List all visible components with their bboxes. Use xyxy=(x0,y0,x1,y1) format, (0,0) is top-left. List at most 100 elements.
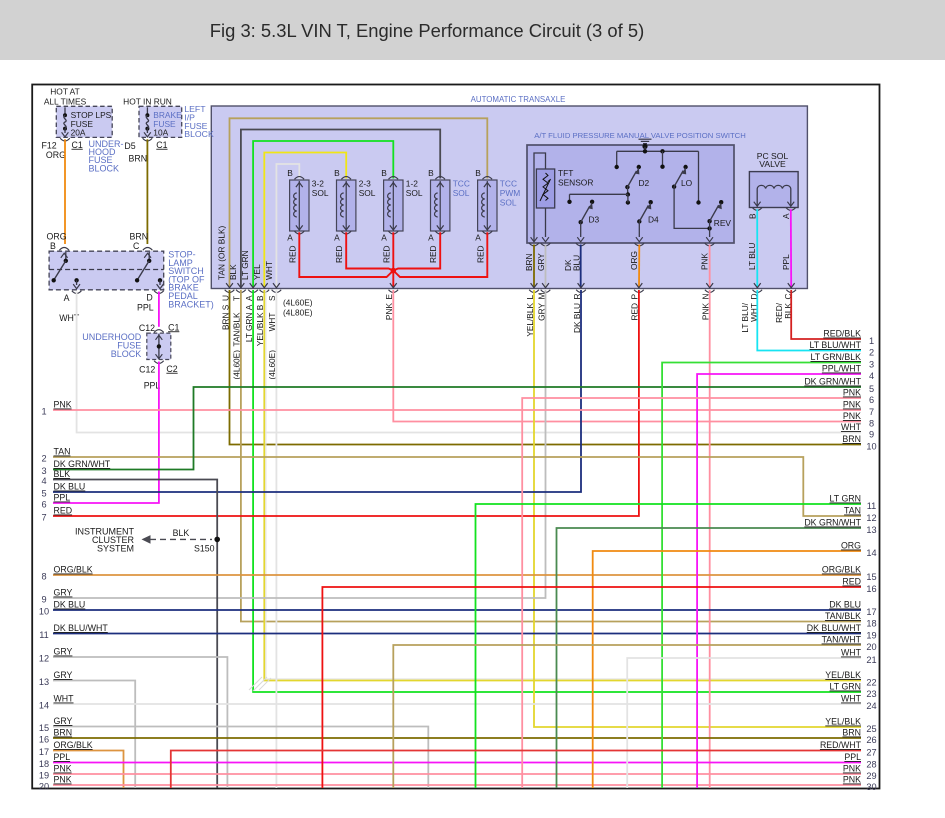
svg-text:PPL/WHT: PPL/WHT xyxy=(822,364,862,374)
svg-text:TFT: TFT xyxy=(558,168,573,178)
svg-text:LT GRN: LT GRN xyxy=(830,682,861,692)
svg-text:DK BLU/WHT: DK BLU/WHT xyxy=(807,623,862,633)
svg-text:DK BLU: DK BLU xyxy=(829,600,861,610)
svg-text:A: A xyxy=(334,233,340,243)
svg-text:LT GRN/BLK: LT GRN/BLK xyxy=(810,352,861,362)
svg-text:SOL: SOL xyxy=(406,188,423,198)
svg-text:PPL: PPL xyxy=(54,752,71,762)
svg-text:REV: REV xyxy=(714,218,732,228)
svg-text:BLOCK: BLOCK xyxy=(184,129,214,139)
svg-text:16: 16 xyxy=(39,735,49,745)
svg-text:BRN: BRN xyxy=(54,728,73,738)
svg-text:A: A xyxy=(781,213,791,219)
svg-text:19: 19 xyxy=(866,630,876,640)
svg-text:HOT AT: HOT AT xyxy=(50,87,79,97)
svg-text:3-2: 3-2 xyxy=(312,179,324,189)
svg-text:C2: C2 xyxy=(166,364,177,374)
svg-text:PNK: PNK xyxy=(843,775,861,785)
svg-text:27: 27 xyxy=(866,747,876,757)
svg-text:28: 28 xyxy=(866,759,876,769)
svg-text:6: 6 xyxy=(41,500,46,510)
svg-text:WHT: WHT xyxy=(841,422,862,432)
svg-text:D: D xyxy=(146,293,152,303)
svg-text:12: 12 xyxy=(39,654,49,664)
svg-text:WHT: WHT xyxy=(54,694,75,704)
svg-text:LT GRN: LT GRN xyxy=(830,494,861,504)
svg-text:4: 4 xyxy=(869,371,874,381)
svg-text:D5: D5 xyxy=(124,141,135,151)
svg-text:B: B xyxy=(475,168,481,178)
svg-text:D4: D4 xyxy=(648,215,659,225)
svg-text:YEL: YEL xyxy=(252,264,262,280)
svg-text:D2: D2 xyxy=(639,178,650,188)
svg-text:AUTOMATIC TRANSAXLE: AUTOMATIC TRANSAXLE xyxy=(471,95,566,104)
svg-text:5: 5 xyxy=(869,384,874,394)
svg-text:(4L80E): (4L80E) xyxy=(283,308,313,318)
svg-text:19: 19 xyxy=(39,771,49,781)
svg-text:RED: RED xyxy=(287,246,297,264)
svg-text:Fig 3: 5.3L VIN T, Engine Perf: Fig 3: 5.3L VIN T, Engine Performance Ci… xyxy=(210,20,644,41)
svg-text:BRN: BRN xyxy=(129,154,148,164)
svg-text:C: C xyxy=(133,241,140,251)
svg-text:14: 14 xyxy=(39,701,49,711)
svg-text:3: 3 xyxy=(41,466,46,476)
svg-text:2-3: 2-3 xyxy=(359,179,371,189)
svg-text:20: 20 xyxy=(39,782,49,792)
svg-text:A: A xyxy=(428,233,434,243)
svg-text:ORG/BLK: ORG/BLK xyxy=(822,565,861,575)
svg-text:A: A xyxy=(475,233,481,243)
svg-text:(4L60E): (4L60E) xyxy=(283,298,313,308)
svg-text:PNK: PNK xyxy=(54,400,72,410)
svg-text:BLK: BLK xyxy=(228,264,238,280)
svg-text:SOL: SOL xyxy=(312,188,329,198)
svg-text:PNK: PNK xyxy=(843,764,861,774)
svg-text:TCC: TCC xyxy=(453,179,470,189)
svg-text:A: A xyxy=(287,233,293,243)
svg-text:ORG: ORG xyxy=(841,541,861,551)
svg-text:PNK: PNK xyxy=(843,388,861,398)
svg-text:24: 24 xyxy=(866,701,876,711)
svg-text:30: 30 xyxy=(866,782,876,792)
svg-text:26: 26 xyxy=(866,735,876,745)
svg-text:SENSOR: SENSOR xyxy=(558,178,593,188)
svg-text:LO: LO xyxy=(681,178,693,188)
svg-text:9: 9 xyxy=(41,595,46,605)
svg-text:1: 1 xyxy=(869,336,874,346)
svg-text:RED: RED xyxy=(475,246,485,264)
svg-text:DK GRN/WHT: DK GRN/WHT xyxy=(804,377,861,387)
svg-text:BLOCK: BLOCK xyxy=(89,163,120,173)
svg-text:6: 6 xyxy=(869,395,874,405)
svg-text:25: 25 xyxy=(866,724,876,734)
svg-text:18: 18 xyxy=(39,759,49,769)
svg-text:BLK: BLK xyxy=(173,528,190,538)
svg-text:10: 10 xyxy=(866,441,876,451)
svg-text:8: 8 xyxy=(869,418,874,428)
svg-text:GRY: GRY xyxy=(54,670,73,680)
svg-text:DK GRN/WHT: DK GRN/WHT xyxy=(804,518,861,528)
svg-text:BRACKET): BRACKET) xyxy=(168,299,214,309)
svg-text:B: B xyxy=(381,168,387,178)
svg-text:13: 13 xyxy=(866,525,876,535)
svg-text:A: A xyxy=(381,233,387,243)
svg-text:GRY: GRY xyxy=(54,647,73,657)
svg-text:20: 20 xyxy=(866,642,876,652)
svg-text:BRN: BRN xyxy=(842,728,861,738)
svg-text:BRN: BRN xyxy=(130,231,149,241)
svg-text:1-2: 1-2 xyxy=(406,179,418,189)
svg-text:TCC: TCC xyxy=(500,179,517,189)
svg-text:F12: F12 xyxy=(42,140,57,150)
svg-text:PPL: PPL xyxy=(844,752,861,762)
svg-text:DK BLU: DK BLU xyxy=(54,482,86,492)
svg-text:BRN: BRN xyxy=(842,434,861,444)
svg-text:PWM: PWM xyxy=(500,188,520,198)
svg-text:11: 11 xyxy=(39,630,49,640)
svg-text:RED: RED xyxy=(334,246,344,264)
svg-text:YEL/BLK: YEL/BLK xyxy=(825,670,861,680)
svg-text:7: 7 xyxy=(41,513,46,523)
svg-text:BLOCK: BLOCK xyxy=(111,349,142,359)
svg-text:GRY: GRY xyxy=(54,588,73,598)
svg-text:PNK: PNK xyxy=(843,411,861,421)
svg-text:RED: RED xyxy=(381,246,391,264)
svg-text:PPL: PPL xyxy=(54,493,71,503)
svg-text:17: 17 xyxy=(866,607,876,617)
